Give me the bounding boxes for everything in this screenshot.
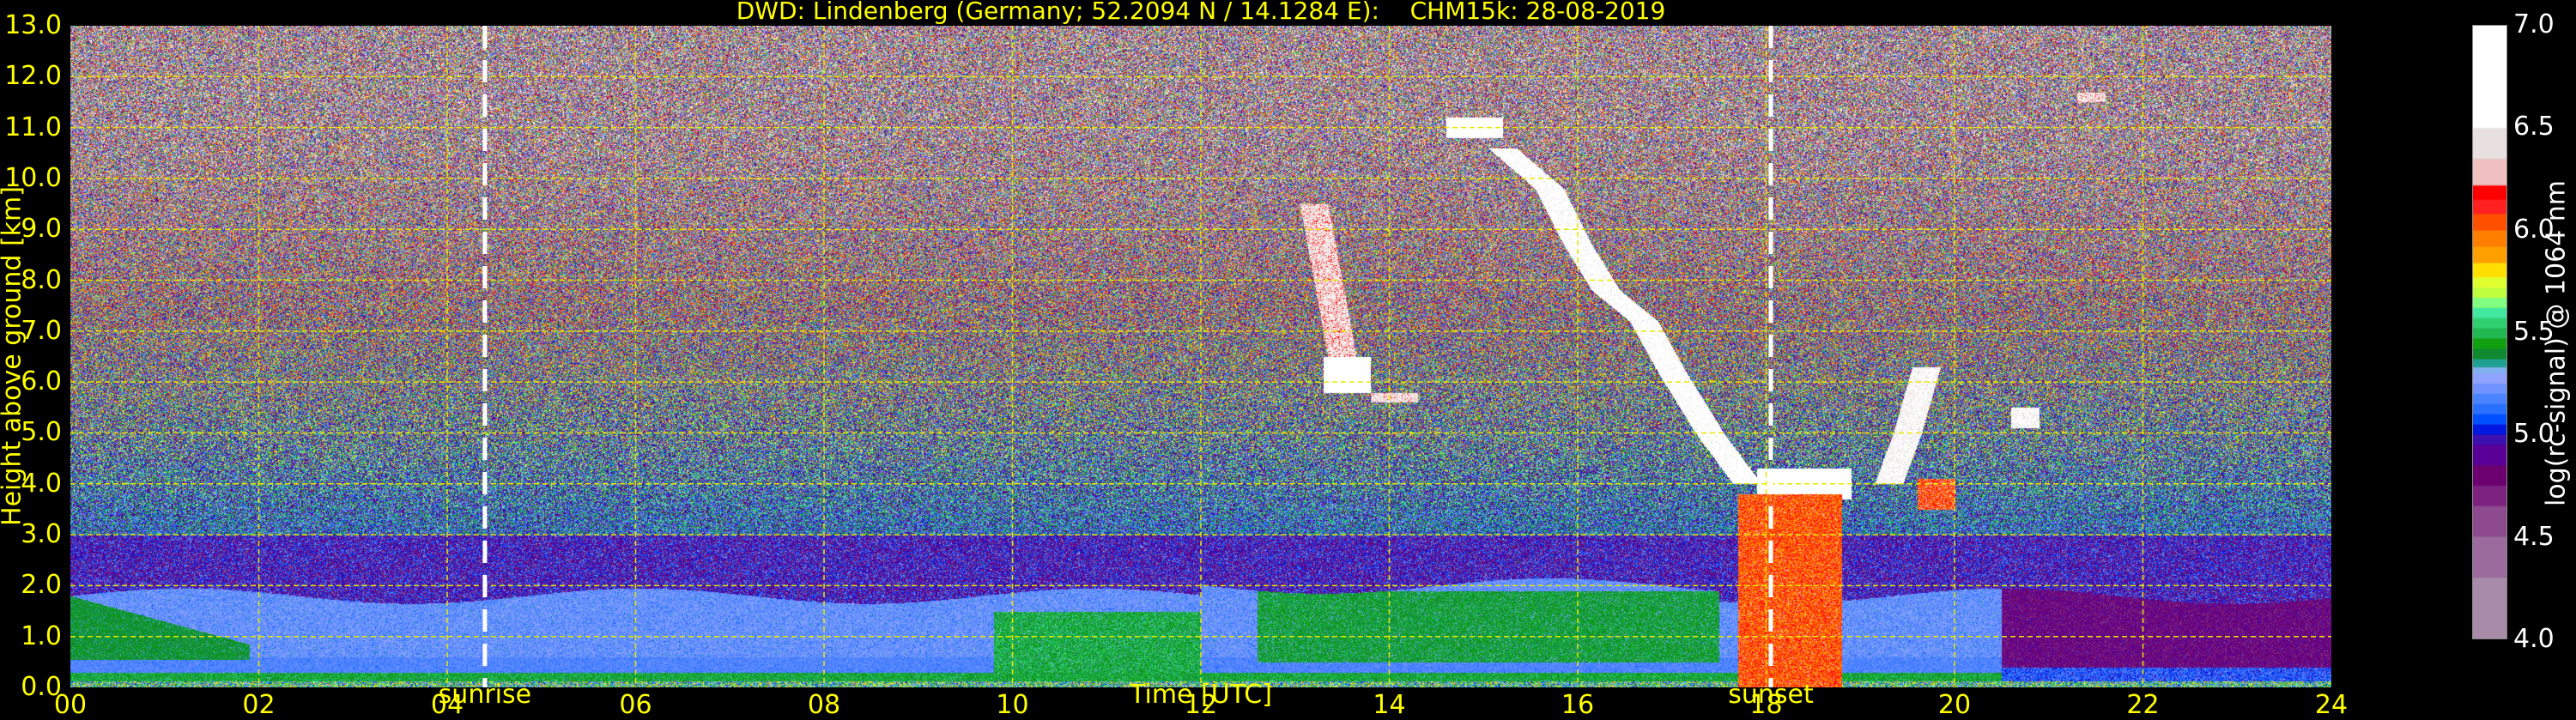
colorbar-tick-label: 6.5: [2513, 112, 2555, 142]
y-axis-label: Height above ground [km]: [0, 186, 27, 526]
grid-overlay: [70, 26, 2331, 687]
colorbar-tick-label: 7.0: [2513, 9, 2555, 39]
colorbar-tick-label: 4.0: [2513, 624, 2555, 654]
colorbar-tick-label: 4.5: [2513, 521, 2555, 552]
marker-label-sunset: sunset: [1728, 680, 1814, 710]
colorbar-label: log(rc-signal) @ 1064 nm: [2541, 179, 2572, 507]
y-tick-label: 11.0: [4, 112, 62, 142]
y-tick-label: 2.0: [21, 570, 62, 601]
y-tick-label: 13.0: [4, 10, 62, 40]
y-tick-label: 1.0: [21, 620, 62, 651]
chart-title: DWD: Lindenberg (Germany; 52.2094 N / 14…: [736, 0, 1666, 25]
colorbar: [2472, 25, 2507, 639]
y-tick-label: 12.0: [4, 61, 62, 92]
plot-area: [70, 26, 2331, 687]
x-axis-label: Time [UTC]: [1130, 680, 1272, 710]
marker-label-sunrise: sunrise: [438, 680, 532, 710]
